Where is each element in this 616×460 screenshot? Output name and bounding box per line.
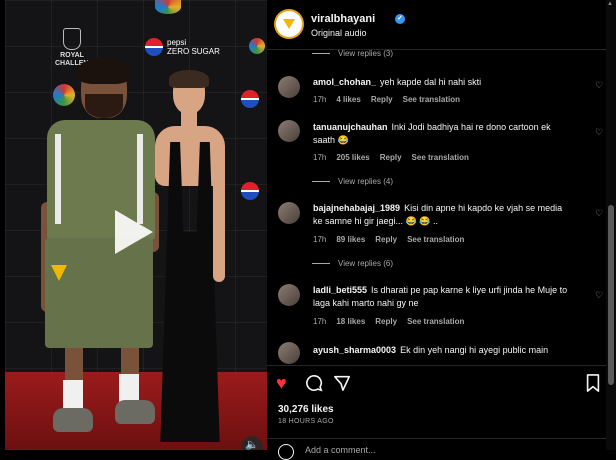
- commenter-avatar[interactable]: [278, 202, 300, 224]
- see-translation-button[interactable]: See translation: [407, 317, 464, 326]
- reel-video[interactable]: pepsi ZERO SUGAR ROYAL CHALLENGE 🔈: [5, 0, 267, 450]
- author-username[interactable]: viralbhayani: [311, 13, 375, 25]
- pepsi-logo-2: [241, 182, 259, 200]
- view-replies-button[interactable]: View replies (3): [312, 49, 393, 58]
- audio-link[interactable]: Original audio: [311, 28, 367, 38]
- colorful-logo-2: [249, 38, 265, 54]
- scroll-up-arrow-icon[interactable]: ▲: [607, 1, 613, 7]
- see-translation-button[interactable]: See translation: [407, 235, 464, 244]
- post-actions: ♥ 30,276 likes 18 HOURS AGO Add a commen…: [267, 365, 616, 460]
- commenter-avatar[interactable]: [278, 120, 300, 142]
- scrollbar-thumb[interactable]: [608, 205, 614, 385]
- author-avatar[interactable]: [276, 11, 302, 37]
- comment-text: ladli_beti555 Is dharati pe pap karne k l…: [313, 285, 568, 308]
- post-timestamp[interactable]: 18 HOURS AGO: [278, 418, 334, 425]
- likes-count[interactable]: 4 likes: [336, 95, 360, 104]
- verified-badge-icon: ✓: [395, 14, 405, 24]
- comment-username[interactable]: amol_chohan_: [313, 77, 376, 87]
- commenter-avatar[interactable]: [278, 76, 300, 98]
- comment-meta: 17h 205 likes Reply See translation: [313, 153, 469, 162]
- comment-icon[interactable]: [305, 374, 323, 395]
- post-panel: viralbhayani ✓ Original audio View repli…: [267, 0, 616, 460]
- comment-like-icon[interactable]: ♡: [595, 127, 603, 138]
- reply-button[interactable]: Reply: [375, 235, 397, 244]
- play-icon[interactable]: [115, 210, 153, 254]
- like-count[interactable]: 30,276 likes: [278, 404, 334, 415]
- woman-figure: [149, 70, 229, 450]
- share-icon[interactable]: [333, 374, 351, 395]
- like-heart-icon[interactable]: ♥: [276, 374, 287, 392]
- add-comment-input[interactable]: Add a comment...: [305, 445, 376, 455]
- see-translation-button[interactable]: See translation: [403, 95, 460, 104]
- emoji-icon[interactable]: [278, 444, 294, 460]
- comment-meta: 17h 18 likes Reply See translation: [313, 317, 465, 326]
- comment-username[interactable]: ayush_sharma0003: [313, 345, 396, 355]
- reply-button[interactable]: Reply: [380, 153, 402, 162]
- man-figure: [41, 58, 161, 450]
- commenter-avatar[interactable]: [278, 342, 300, 364]
- comment-username[interactable]: ladli_beti555: [313, 285, 367, 295]
- comment-like-icon[interactable]: ♡: [595, 208, 603, 219]
- likes-count[interactable]: 205 likes: [336, 153, 369, 162]
- comment-meta: 17h 89 likes Reply See translation: [313, 235, 465, 244]
- save-bookmark-icon[interactable]: [585, 374, 601, 395]
- view-replies-button[interactable]: View replies (4): [312, 177, 393, 186]
- reply-button[interactable]: Reply: [375, 317, 397, 326]
- comment-text: bajajnehabajaj_1989 Kisi din apne hi kapd…: [313, 203, 563, 226]
- comment-username[interactable]: bajajnehabajaj_1989: [313, 203, 400, 213]
- post-header: viralbhayani ✓ Original audio: [267, 0, 616, 50]
- colorful-logo-3: [155, 0, 181, 14]
- comments-list[interactable]: View replies (3) amol_chohan_ yeh kapde d…: [267, 49, 616, 365]
- comment-text: tanuanujchauhan Inki Jodi badhiya hai re …: [313, 122, 551, 145]
- likes-count[interactable]: 89 likes: [336, 235, 365, 244]
- comment-like-icon[interactable]: ♡: [595, 80, 603, 91]
- comment-text: amol_chohan_ yeh kapde dal hi nahi skti: [313, 77, 482, 87]
- see-translation-button[interactable]: See translation: [412, 153, 469, 162]
- reply-button[interactable]: Reply: [371, 95, 393, 104]
- commenter-avatar[interactable]: [278, 284, 300, 306]
- comment-username[interactable]: tanuanujchauhan: [313, 122, 388, 132]
- likes-count[interactable]: 18 likes: [336, 317, 365, 326]
- view-replies-button[interactable]: View replies (6): [312, 259, 393, 268]
- pepsi-logo-3: [241, 90, 259, 108]
- add-comment-bar: Add a comment...: [267, 438, 616, 460]
- comment-meta: 17h 4 likes Reply See translation: [313, 95, 460, 104]
- comment-text: ayush_sharma0003 Ek din yeh nangi hi ayeg…: [313, 345, 549, 355]
- pepsi-logo: pepsi ZERO SUGAR: [145, 38, 220, 56]
- comment-like-icon[interactable]: ♡: [595, 290, 603, 301]
